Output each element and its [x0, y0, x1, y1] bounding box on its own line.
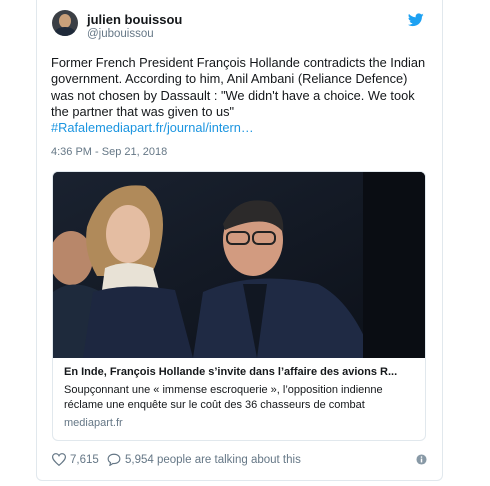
photo-illustration: [53, 172, 425, 358]
author-name[interactable]: julien bouissou: [87, 12, 182, 27]
news-photo[interactable]: [53, 172, 425, 358]
talking-count: 5,954 people are talking about this: [125, 453, 301, 466]
article-link[interactable]: mediapart.fr/journal/intern…: [95, 120, 254, 135]
like-action[interactable]: 7,615: [52, 453, 99, 466]
timestamp[interactable]: 4:36 PM - Sep 21, 2018: [51, 146, 167, 158]
like-count: 7,615: [70, 453, 99, 466]
tweet-card: julien bouissou @jubouissou Former Frenc…: [36, 0, 443, 481]
author-handle[interactable]: @jubouissou: [87, 28, 154, 40]
avatar[interactable]: [52, 10, 78, 36]
tweet-actions: 7,615 5,954 people are talking about thi…: [52, 453, 430, 471]
avatar-face: [59, 14, 71, 28]
card-body: En Inde, François Hollande s’invite dans…: [53, 358, 425, 437]
twitter-bird-icon[interactable]: [408, 13, 424, 27]
avatar-body: [54, 27, 76, 36]
card-description: Soupçonnant une « immense escroquerie »,…: [64, 384, 383, 411]
heart-icon: [52, 453, 66, 466]
reply-action[interactable]: 5,954 people are talking about this: [107, 453, 301, 466]
card-domain: mediapart.fr: [64, 417, 123, 429]
comment-icon: [107, 453, 121, 466]
info-icon[interactable]: [416, 454, 427, 465]
tweet-text: Former French President François Holland…: [51, 55, 429, 136]
card-title[interactable]: En Inde, François Hollande s’invite dans…: [64, 366, 414, 378]
tweet-body: Former French President François Holland…: [51, 55, 426, 119]
hashtag-link[interactable]: #Rafale: [51, 120, 95, 135]
link-preview-card[interactable]: En Inde, François Hollande s’invite dans…: [52, 171, 426, 441]
